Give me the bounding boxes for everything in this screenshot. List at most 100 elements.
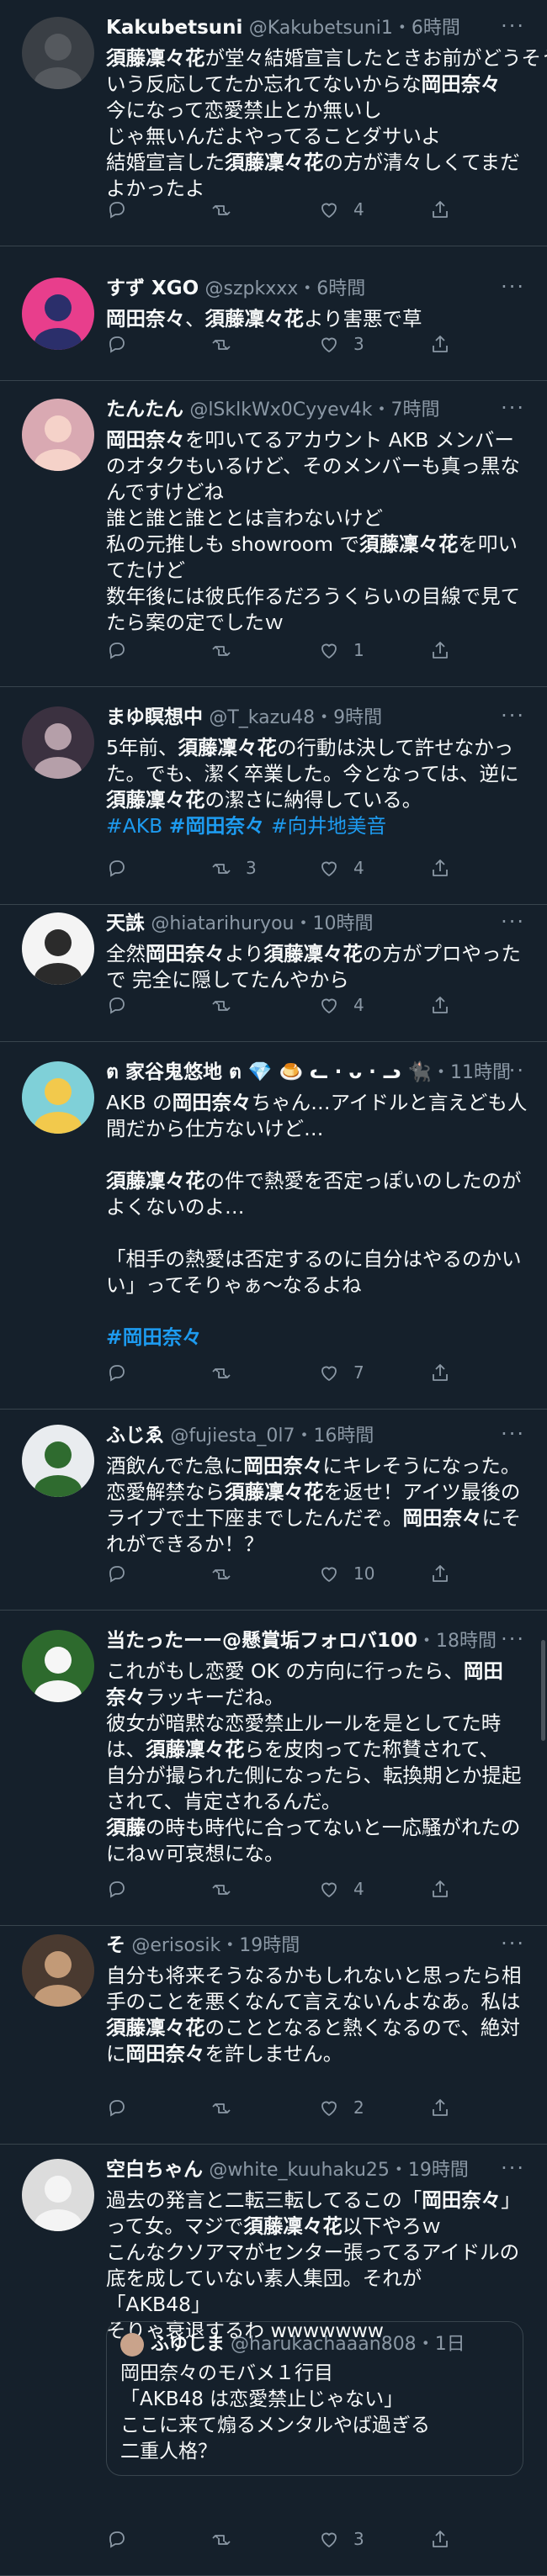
avatar[interactable] xyxy=(22,1425,94,1497)
user-handle[interactable]: @szpkxxx xyxy=(204,278,298,299)
tweet[interactable]: まゆ瞑想中 @T_kazu48・9時間 ··· 5年前、須藤凜々花の行動は決して許せ… xyxy=(0,687,547,905)
avatar[interactable] xyxy=(22,278,94,350)
more-icon[interactable]: ··· xyxy=(501,1931,525,1956)
user-handle[interactable]: @hiatarihuryou xyxy=(151,913,294,934)
share-button[interactable] xyxy=(429,331,465,357)
display-name[interactable]: すず XGO xyxy=(106,278,199,299)
reply-button[interactable] xyxy=(106,196,141,223)
reply-button[interactable] xyxy=(106,2094,141,2121)
user-handle[interactable]: @erisosik xyxy=(131,1935,220,1956)
share-button[interactable] xyxy=(429,2526,465,2552)
retweet-button[interactable] xyxy=(210,1875,246,1902)
like-button[interactable]: 2 xyxy=(318,2094,364,2121)
avatar[interactable] xyxy=(22,912,94,985)
reply-button[interactable] xyxy=(106,331,141,357)
tweet[interactable]: 空白ちゃん @white_kuuhaku25・19時間 ··· 過去の発言と二転三転… xyxy=(0,2145,547,2576)
reply-button[interactable] xyxy=(106,1359,141,1386)
tweet[interactable]: すず XGO @szpkxxx・6時間 ··· 岡田奈々、須藤凜々花より害悪で草 3 xyxy=(0,246,547,381)
hashtag-link[interactable]: #岡田奈々 xyxy=(169,814,265,838)
retweet-button[interactable]: 3 xyxy=(210,854,257,881)
reply-button[interactable] xyxy=(106,2526,141,2552)
share-button[interactable] xyxy=(429,854,465,881)
avatar[interactable] xyxy=(22,17,94,89)
timestamp[interactable]: ・11時間 xyxy=(432,1062,511,1083)
more-icon[interactable]: ··· xyxy=(501,13,525,39)
more-icon[interactable]: ··· xyxy=(501,395,525,421)
reply-button[interactable] xyxy=(106,1875,141,1902)
like-button[interactable]: 1 xyxy=(318,637,364,664)
avatar[interactable] xyxy=(22,1061,94,1134)
display-name[interactable]: 当たったーー@懸賞垢フォロバ100 xyxy=(106,1630,417,1652)
reply-button[interactable] xyxy=(106,854,141,881)
like-button[interactable]: 3 xyxy=(318,2526,364,2552)
share-button[interactable] xyxy=(429,992,465,1018)
more-icon[interactable]: ··· xyxy=(501,2155,525,2181)
more-icon[interactable]: ··· xyxy=(501,1058,525,1083)
tweet[interactable]: 天誅 @hiatarihuryou・10時間 ··· 全然岡田奈々より須藤凜々花の方… xyxy=(0,905,547,1042)
avatar[interactable] xyxy=(22,2159,94,2231)
display-name[interactable]: たんたん xyxy=(106,399,183,421)
hashtag-link[interactable]: #岡田奈々 xyxy=(106,1325,202,1349)
user-handle[interactable]: @white_kuuhaku25 xyxy=(209,2160,390,2181)
like-button[interactable]: 4 xyxy=(318,196,364,223)
retweet-button[interactable] xyxy=(210,2526,246,2552)
retweet-button[interactable] xyxy=(210,1359,246,1386)
share-button[interactable] xyxy=(429,1875,465,1902)
share-button[interactable] xyxy=(429,196,465,223)
share-button[interactable] xyxy=(429,1359,465,1386)
display-name[interactable]: ふじゑ xyxy=(106,1425,164,1447)
share-button[interactable] xyxy=(429,637,465,664)
display-name[interactable]: そ xyxy=(106,1934,125,1956)
timestamp[interactable]: ・10時間 xyxy=(294,913,373,934)
retweet-button[interactable] xyxy=(210,992,246,1018)
tweet[interactable]: Kakubetsuni @Kakubetsuni1・6時間 ··· 須藤凜々花が堂々… xyxy=(0,0,547,246)
display-name[interactable]: まゆ瞑想中 xyxy=(106,706,203,728)
reply-button[interactable] xyxy=(106,637,141,664)
share-button[interactable] xyxy=(429,1560,465,1587)
timestamp[interactable]: ・18時間 xyxy=(417,1631,497,1652)
avatar[interactable] xyxy=(22,706,94,779)
tweet[interactable]: ふじゑ @fujiesta_0l7・16時間 ··· 酒飲んでた急に岡田奈々にキレそ… xyxy=(0,1410,547,1611)
like-button[interactable]: 4 xyxy=(318,1875,364,1902)
hashtag-link[interactable]: #AKB xyxy=(106,814,162,838)
more-icon[interactable]: ··· xyxy=(501,1627,525,1652)
display-name[interactable]: 空白ちゃん xyxy=(106,2159,203,2181)
tweet[interactable]: たんたん @lSklkWx0Cyyev4k・7時間 ··· 岡田奈々を叩いてるアカウ… xyxy=(0,381,547,687)
retweet-button[interactable] xyxy=(210,331,246,357)
timestamp[interactable]: ・7時間 xyxy=(372,399,439,421)
avatar[interactable] xyxy=(22,1934,94,2007)
retweet-button[interactable] xyxy=(210,637,246,664)
retweet-button[interactable] xyxy=(210,196,246,223)
timestamp[interactable]: ・19時間 xyxy=(390,2160,469,2181)
retweet-button[interactable] xyxy=(210,1560,246,1587)
display-name[interactable]: Kakubetsuni xyxy=(106,17,242,39)
like-button[interactable]: 4 xyxy=(318,992,364,1018)
user-handle[interactable]: @T_kazu48 xyxy=(209,707,315,728)
reply-button[interactable] xyxy=(106,992,141,1018)
display-name[interactable]: 天誅 xyxy=(106,912,145,934)
tweet[interactable]: ต 家谷鬼悠地 ต 💎 🍮 ᓚ · ᴗ · ᓗ 🐈‍⬛・11時間 ··· AKB の… xyxy=(0,1042,547,1410)
quoted-tweet[interactable]: ふゆしま @harukachaaan808・1日 岡田奈々のモバメ１行目 「AKB4… xyxy=(106,2321,523,2476)
like-button[interactable]: 4 xyxy=(318,854,364,881)
hashtag-link[interactable]: #向井地美音 xyxy=(271,814,386,838)
like-button[interactable]: 10 xyxy=(318,1560,374,1587)
timestamp[interactable]: ・16時間 xyxy=(295,1426,374,1447)
more-icon[interactable]: ··· xyxy=(501,909,525,934)
like-button[interactable]: 7 xyxy=(318,1359,364,1386)
display-name[interactable]: ต 家谷鬼悠地 ต 💎 🍮 ᓚ · ᴗ · ᓗ 🐈‍⬛ xyxy=(106,1061,432,1083)
user-handle[interactable]: @lSklkWx0Cyyev4k xyxy=(189,399,372,421)
like-button[interactable]: 3 xyxy=(318,331,364,357)
more-icon[interactable]: ··· xyxy=(501,703,525,728)
tweet[interactable]: そ @erisosik・19時間 ··· 自分も将来そうなるかもしれないと思ったら相… xyxy=(0,1926,547,2145)
timestamp[interactable]: ・9時間 xyxy=(315,707,382,728)
more-icon[interactable]: ··· xyxy=(501,1421,525,1447)
more-icon[interactable]: ··· xyxy=(501,274,525,299)
avatar[interactable] xyxy=(22,399,94,471)
user-handle[interactable]: @Kakubetsuni1 xyxy=(249,18,393,39)
share-button[interactable] xyxy=(429,2094,465,2121)
scrollbar[interactable] xyxy=(541,1640,545,1741)
timestamp[interactable]: ・6時間 xyxy=(393,18,460,39)
timestamp[interactable]: ・19時間 xyxy=(220,1935,300,1956)
tweet[interactable]: 当たったーー@懸賞垢フォロバ100・18時間 ··· これがもし恋愛 OK の方向に… xyxy=(0,1611,547,1926)
reply-button[interactable] xyxy=(106,1560,141,1587)
